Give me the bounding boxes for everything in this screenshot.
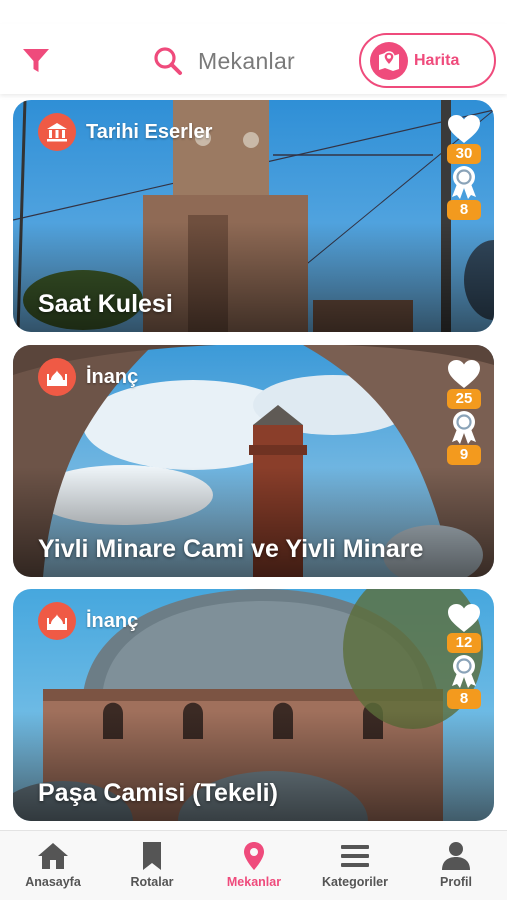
tab-label: Mekanlar (226, 875, 282, 889)
tab-mekanlar[interactable]: Mekanlar (209, 841, 299, 889)
place-title: Saat Kulesi (38, 290, 173, 318)
status-bar (0, 0, 507, 24)
like-count: 25 (447, 389, 481, 409)
map-icon (370, 41, 408, 80)
location-pin-icon (244, 842, 264, 870)
place-card[interactable]: İnanç Paşa Camisi (Tekeli) 12 8 (13, 589, 494, 821)
heart-icon[interactable] (447, 359, 481, 389)
user-icon (442, 842, 470, 870)
category-label: Tarihi Eserler (86, 120, 213, 143)
badge-count: 9 (447, 445, 481, 465)
search-bar[interactable]: Mekanlar (152, 42, 295, 80)
top-bar: Mekanlar Harita (0, 24, 507, 94)
bookmark-icon (143, 842, 161, 870)
tab-label: Kategoriler (322, 875, 388, 889)
like-count: 12 (447, 633, 481, 653)
category-tag: İnanç (38, 358, 138, 396)
filter-button[interactable] (20, 44, 52, 76)
search-label: Mekanlar (198, 47, 295, 74)
tab-label: Anasayfa (25, 875, 81, 889)
tab-label: Profil (440, 875, 472, 889)
like-count: 30 (447, 144, 481, 164)
tab-profil[interactable]: Profil (411, 841, 501, 889)
tab-kategoriler[interactable]: Kategoriler (310, 841, 400, 889)
heart-icon[interactable] (447, 603, 481, 633)
category-label: İnanç (86, 365, 139, 388)
bottom-tab-bar: Anasayfa Rotalar Mekanlar Kategoriler Pr… (0, 830, 507, 900)
place-stats: 12 8 (444, 603, 484, 709)
category-label: İnanç (86, 609, 139, 632)
place-card[interactable]: Tarihi Eserler Saat Kulesi 30 8 (13, 100, 494, 332)
badge-count: 8 (447, 200, 481, 220)
medal-icon (452, 655, 476, 688)
place-stats: 25 9 (444, 359, 484, 465)
mosque-icon (38, 358, 76, 396)
heart-icon[interactable] (447, 114, 481, 144)
category-tag: Tarihi Eserler (38, 113, 212, 151)
place-card[interactable]: İnanç Yivli Minare Cami ve Yivli Minare … (13, 345, 494, 577)
search-icon (154, 47, 182, 75)
tab-label: Rotalar (130, 875, 174, 889)
mosque-icon (38, 602, 76, 640)
filter-icon (23, 49, 49, 72)
medal-icon (452, 166, 476, 199)
place-title: Yivli Minare Cami ve Yivli Minare (38, 535, 424, 563)
map-button-label: Harita (414, 51, 460, 69)
place-title: Paşa Camisi (Tekeli) (38, 779, 278, 807)
medal-icon (452, 411, 476, 444)
place-stats: 30 8 (444, 114, 484, 220)
badge-count: 8 (447, 689, 481, 709)
home-icon (38, 843, 68, 869)
category-tag: İnanç (38, 602, 138, 640)
map-button[interactable]: Harita (359, 33, 496, 88)
museum-icon (38, 113, 76, 151)
list-icon (341, 845, 369, 867)
tab-anasayfa[interactable]: Anasayfa (8, 841, 98, 889)
tab-rotalar[interactable]: Rotalar (107, 841, 197, 889)
